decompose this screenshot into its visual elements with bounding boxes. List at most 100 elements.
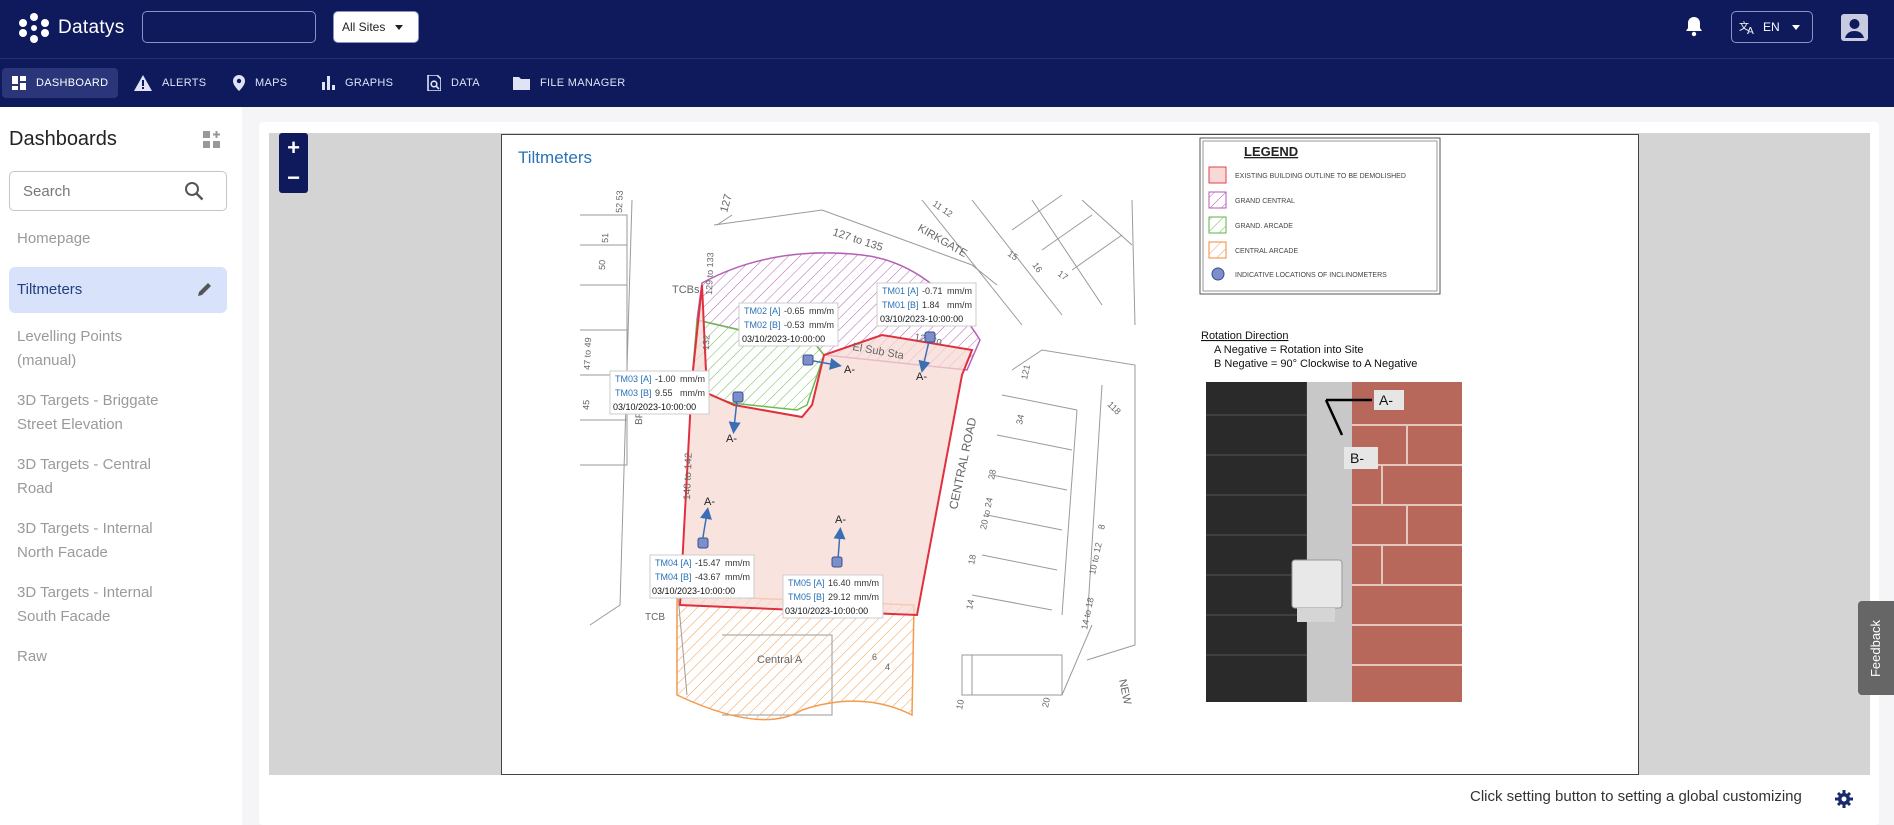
photo-label-b: B- xyxy=(1350,450,1364,466)
sidebar-item-north-facade[interactable]: 3D Targets - Internal North Facade xyxy=(9,517,169,565)
arrow-label: A- xyxy=(835,514,846,526)
main-nav: DASHBOARD ALERTS MAPS GRAPHS DATA FILE M… xyxy=(0,59,1894,107)
sensor-a-value: -15.47 xyxy=(695,558,721,568)
app-logo[interactable]: Datatys xyxy=(18,12,125,44)
nav-label: DATA xyxy=(451,77,480,89)
feedback-label: Feedback xyxy=(1868,619,1884,677)
sidebar-item-south-facade[interactable]: 3D Targets - Internal South Facade xyxy=(9,581,169,629)
map-pin-icon xyxy=(233,75,245,91)
map-label: 6 xyxy=(872,652,877,662)
map-label: TCBs xyxy=(672,284,700,296)
sensor-time: 03/10/2023-10:00:00 xyxy=(613,402,696,412)
datatys-logo-icon xyxy=(19,13,49,43)
nav-graphs[interactable]: GRAPHS xyxy=(312,68,403,98)
chevron-down-icon xyxy=(1791,24,1800,30)
dashboard-list: Homepage Tiltmeters Levelling Points (ma… xyxy=(9,227,227,685)
top-bar: Datatys All Sites 文 A EN xyxy=(0,0,1894,59)
sensor-b-value: -43.67 xyxy=(695,572,721,582)
map-label: 45 xyxy=(581,400,591,410)
sensor-b-name: TM05 [B] xyxy=(788,592,825,602)
sensor-marker xyxy=(732,391,744,403)
arrow-label: A- xyxy=(844,364,855,376)
global-customize-note: Click setting button to setting a global… xyxy=(1470,788,1802,805)
arrow-label: A- xyxy=(916,371,927,383)
sensor-a-name: TM05 [A] xyxy=(788,578,825,588)
sensor-marker xyxy=(831,556,843,568)
sensor-marker xyxy=(697,537,709,549)
map-label: 14 xyxy=(964,599,976,611)
nav-label: GRAPHS xyxy=(345,77,394,89)
sensor-unit: mm/m xyxy=(809,306,834,316)
folder-icon xyxy=(513,77,530,90)
sensor-b-name: TM04 [B] xyxy=(655,572,692,582)
global-search-input[interactable] xyxy=(142,11,316,43)
sensor-unit: mm/m xyxy=(854,578,879,588)
sensor-a-value: -1.00 xyxy=(655,374,676,384)
bell-icon[interactable] xyxy=(1684,15,1704,37)
sidebar-item-raw[interactable]: Raw xyxy=(9,645,227,669)
map-label: 47 to 49 xyxy=(582,337,593,370)
site-plan-svg: KIRKGATE 127 to 135 127 129 to 133 132 T… xyxy=(580,137,1462,721)
search-icon[interactable] xyxy=(184,181,204,201)
legend-swatch-grand-central xyxy=(1208,191,1227,209)
zoom-controls: + − xyxy=(279,133,308,193)
legend-label: GRAND. ARCADE xyxy=(1235,223,1293,230)
sidebar-item-tiltmeters[interactable]: Tiltmeters xyxy=(9,267,227,313)
rotation-direction-notes: Rotation Direction A Negative = Rotation… xyxy=(1201,330,1417,370)
legend-swatch-central-arcade xyxy=(1208,241,1227,259)
sensor-a-name: TM01 [A] xyxy=(882,286,919,296)
map-label: 51 xyxy=(600,233,610,243)
site-plan-drawing: KIRKGATE 127 to 135 127 129 to 133 132 T… xyxy=(501,134,1639,775)
sensor-time: 03/10/2023-10:00:00 xyxy=(880,314,963,324)
nav-label: DASHBOARD xyxy=(36,77,109,89)
map-label: 52 53 xyxy=(614,190,625,213)
arrow-label: A- xyxy=(704,496,715,508)
sensor-a-name: TM02 [A] xyxy=(744,306,781,316)
zoom-in-button[interactable]: + xyxy=(279,133,308,163)
sidebar-item-label: Tiltmeters xyxy=(17,281,83,298)
language-select[interactable]: 文 A EN xyxy=(1731,11,1813,43)
sensor-b-value: 1.84 xyxy=(922,300,940,310)
sensor-popup-tm01: TM01 [A] -0.71 mm/m TM01 [B] 1.84 mm/m 0… xyxy=(876,282,977,327)
sidebar-item-central-road[interactable]: 3D Targets - Central Road xyxy=(9,453,169,501)
sidebar-title: Dashboards xyxy=(9,128,117,150)
sensor-a-value: -0.71 xyxy=(922,286,943,296)
feedback-tab[interactable]: Feedback xyxy=(1858,601,1894,695)
sidebar-item-homepage[interactable]: Homepage xyxy=(9,227,227,251)
sensor-marker xyxy=(924,331,936,343)
legend-swatch-inclinometer xyxy=(1211,267,1225,281)
edit-pencil-icon[interactable] xyxy=(197,281,213,297)
map-label: 28 xyxy=(986,469,998,481)
sensor-time: 03/10/2023-10:00:00 xyxy=(742,334,825,344)
nav-file-manager[interactable]: FILE MANAGER xyxy=(503,68,636,98)
nav-maps[interactable]: MAPS xyxy=(223,68,297,98)
sensor-marker xyxy=(802,354,814,366)
nav-data[interactable]: DATA xyxy=(417,68,490,98)
sidebar-search-input[interactable]: Search xyxy=(9,171,227,211)
legend-label: GRAND CENTRAL xyxy=(1235,198,1295,205)
sidebar-item-briggate[interactable]: 3D Targets - Briggate Street Elevation xyxy=(9,389,169,437)
sensor-b-name: TM02 [B] xyxy=(744,320,781,330)
sensor-b-value: -0.53 xyxy=(784,320,805,330)
sensor-popup-tm02: TM02 [A] -0.65 mm/m TM02 [B] -0.53 mm/m … xyxy=(738,302,839,347)
legend-label: EXISTING BUILDING OUTLINE TO BE DEMOLISH… xyxy=(1235,173,1406,180)
nav-dashboard[interactable]: DASHBOARD xyxy=(2,68,119,98)
map-label: Central A xyxy=(757,654,803,666)
sensor-a-value: -0.65 xyxy=(784,306,805,316)
rotation-line-a: A Negative = Rotation into Site xyxy=(1214,344,1364,356)
sensor-a-name: TM04 [A] xyxy=(655,558,692,568)
site-select[interactable]: All Sites xyxy=(333,11,419,43)
data-search-icon xyxy=(427,75,441,91)
nav-alerts[interactable]: ALERTS xyxy=(124,68,216,98)
zoom-out-button[interactable]: − xyxy=(279,163,308,193)
sensor-a-value: 16.40 xyxy=(828,578,851,588)
sensor-unit: mm/m xyxy=(725,572,750,582)
sensor-time: 03/10/2023-10:00:00 xyxy=(652,586,735,596)
map-label: TCB xyxy=(645,612,665,623)
user-account-icon[interactable] xyxy=(1840,13,1869,42)
gear-icon[interactable] xyxy=(1835,790,1853,808)
add-dashboard-icon[interactable] xyxy=(203,131,221,149)
legend-swatch-grand-arcade xyxy=(1208,216,1227,234)
legend-title: LEGEND xyxy=(1244,144,1298,159)
sidebar-item-levelling-points[interactable]: Levelling Points (manual) xyxy=(9,325,149,373)
